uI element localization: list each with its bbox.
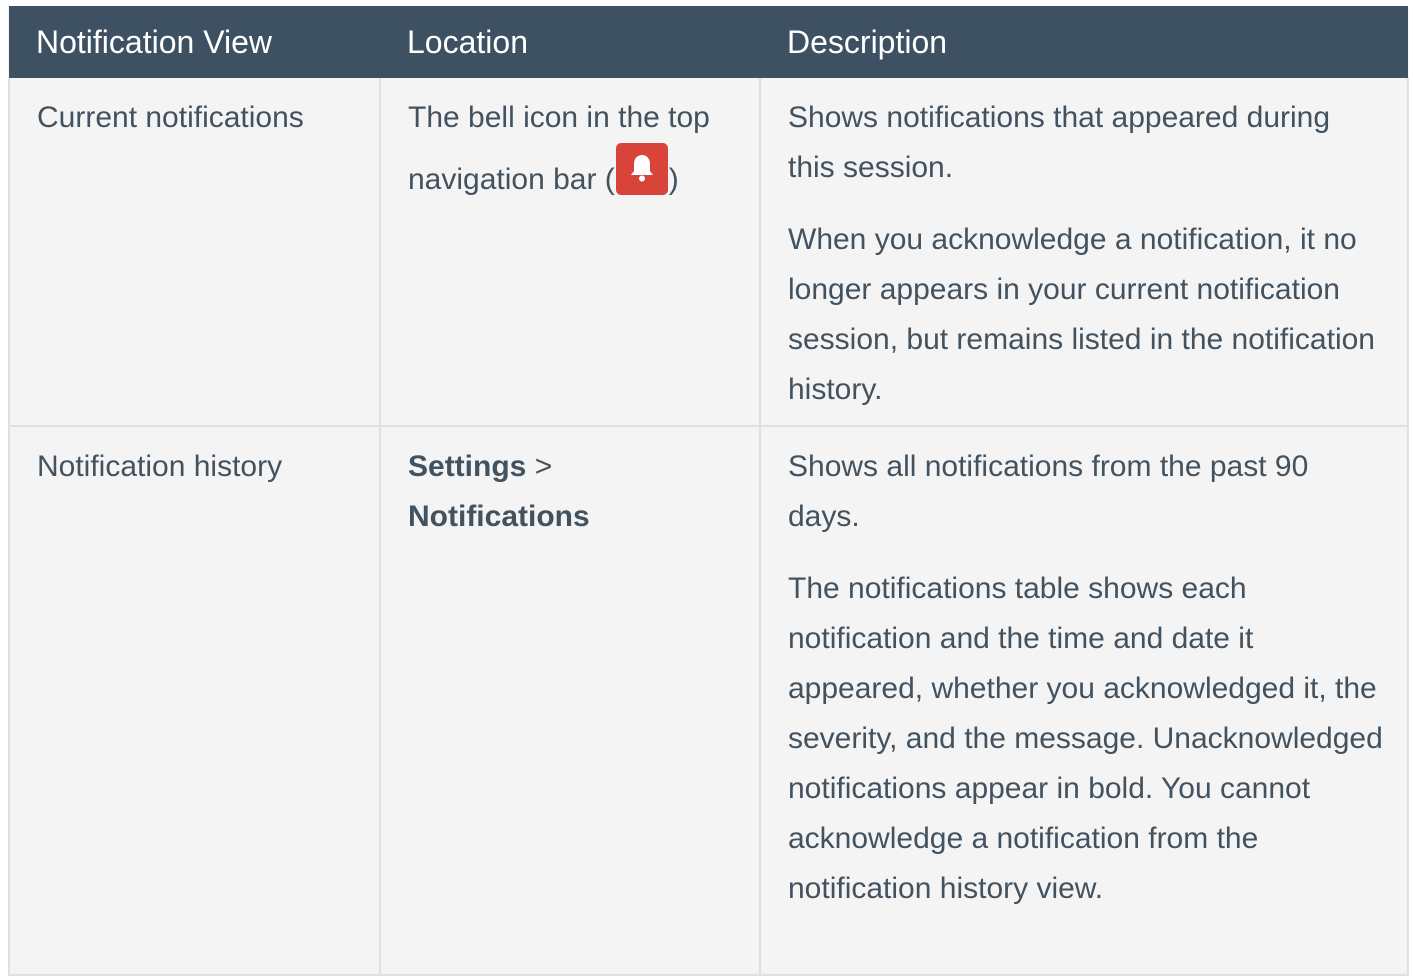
header-description: Description bbox=[760, 6, 1408, 78]
table-row: Notification history Settings > Notifica… bbox=[8, 426, 1409, 976]
description-paragraph: Shows notifications that appeared during… bbox=[788, 101, 1331, 184]
notification-views-table: Notification View Location Description C… bbox=[8, 6, 1409, 976]
description-cell: Shows notifications that appeared during… bbox=[760, 78, 1409, 427]
location-cell: Settings > Notifications bbox=[380, 426, 761, 976]
location-suffix: ) bbox=[668, 163, 679, 196]
view-name: Notification history bbox=[37, 450, 283, 483]
notifications-menu-label: Notifications bbox=[408, 500, 590, 533]
table-body: Current notifications The bell icon in t… bbox=[8, 78, 1409, 976]
path-separator: > bbox=[526, 450, 553, 483]
header-notification-view: Notification View bbox=[9, 6, 380, 78]
table-row: Current notifications The bell icon in t… bbox=[8, 78, 1409, 427]
location-cell: The bell icon in the top navigation bar … bbox=[380, 78, 761, 427]
location-line: navigation bar () bbox=[408, 143, 735, 215]
description-paragraph: The notifications table shows each notif… bbox=[788, 572, 1383, 905]
header-location: Location bbox=[380, 6, 760, 78]
location-prefix: navigation bar ( bbox=[408, 163, 615, 196]
description-paragraph: When you acknowledge a notification, it … bbox=[788, 223, 1375, 406]
view-cell: Notification history bbox=[8, 426, 381, 976]
header-row: Notification View Location Description bbox=[9, 6, 1408, 78]
view-name: Current notifications bbox=[37, 101, 304, 134]
settings-menu-label: Settings bbox=[408, 450, 527, 483]
description-paragraph: Shows all notifications from the past 90… bbox=[788, 450, 1309, 533]
description-cell: Shows all notifications from the past 90… bbox=[760, 426, 1409, 976]
view-cell: Current notifications bbox=[8, 78, 381, 427]
table-header: Notification View Location Description bbox=[9, 6, 1408, 78]
location-line: The bell icon in the top bbox=[408, 101, 710, 134]
bell-icon bbox=[615, 143, 668, 195]
